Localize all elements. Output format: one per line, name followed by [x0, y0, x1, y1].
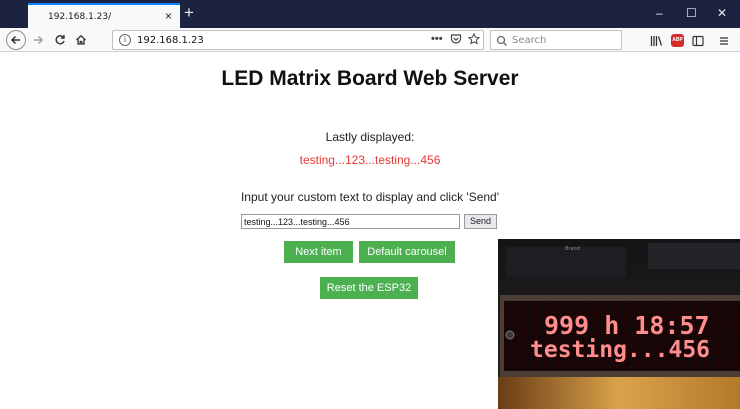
reload-icon[interactable]	[50, 30, 70, 50]
last-displayed-value: testing...123...testing...456	[299, 153, 441, 167]
default-carousel-button[interactable]: Default carousel	[359, 241, 455, 263]
url-text[interactable]: 192.168.1.23	[137, 35, 204, 46]
page-title: LED Matrix Board Web Server	[221, 67, 519, 90]
browser-tab[interactable]: 192.168.1.23/ ×	[28, 3, 180, 28]
last-displayed-label: Lastly displayed:	[325, 130, 415, 144]
bookmark-star-icon[interactable]	[467, 32, 481, 48]
search-icon	[496, 34, 508, 52]
page-actions-icon[interactable]: •••	[431, 33, 443, 45]
site-info-icon[interactable]: i	[119, 34, 131, 46]
led-board-photo: 999 h 18:57 testing...456 Brand	[498, 239, 740, 409]
custom-text-input[interactable]	[241, 214, 460, 229]
led-line-1: 999 h 18:57	[544, 311, 710, 340]
forward-arrow-icon[interactable]	[28, 30, 48, 50]
tab-close-icon[interactable]: ×	[165, 9, 172, 23]
photo-brand-label: Brand	[565, 246, 580, 252]
pocket-icon[interactable]	[450, 33, 462, 48]
search-input[interactable]: Search	[490, 30, 622, 50]
new-tab-icon[interactable]: +	[184, 4, 194, 22]
library-icon[interactable]	[650, 34, 663, 52]
maximize-icon[interactable]: ☐	[686, 6, 697, 20]
close-window-icon[interactable]: ✕	[717, 6, 727, 20]
reset-esp32-button[interactable]: Reset the ESP32	[320, 277, 418, 299]
back-arrow-icon[interactable]	[6, 30, 26, 50]
led-board-illustration: 999 h 18:57 testing...456 Brand	[498, 239, 740, 409]
tab-title: 192.168.1.23/	[48, 12, 112, 22]
adblock-icon[interactable]: ABP	[671, 34, 684, 47]
send-button[interactable]: Send	[464, 214, 497, 229]
instruction-text: Input your custom text to display and cl…	[240, 190, 500, 204]
sidebar-icon[interactable]	[692, 34, 704, 52]
led-line-2: testing...456	[530, 337, 710, 363]
minimize-icon[interactable]: –	[656, 6, 663, 20]
browser-navbar: i 192.168.1.23 ••• Search ABP	[0, 28, 740, 52]
address-bar[interactable]: i 192.168.1.23 •••	[112, 30, 484, 50]
home-icon[interactable]	[71, 30, 91, 50]
menu-icon[interactable]	[718, 34, 730, 52]
search-placeholder: Search	[512, 35, 547, 46]
browser-titlebar: 192.168.1.23/ × + – ☐ ✕	[0, 0, 740, 28]
next-item-button[interactable]: Next item	[284, 241, 353, 263]
